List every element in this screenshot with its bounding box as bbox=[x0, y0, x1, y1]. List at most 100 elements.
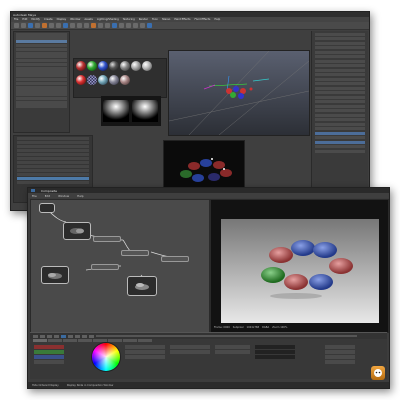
list-item[interactable] bbox=[17, 173, 89, 176]
tool-icon[interactable] bbox=[70, 23, 75, 28]
channel-row[interactable] bbox=[315, 77, 365, 81]
list-item[interactable] bbox=[16, 62, 67, 67]
material-swatch[interactable] bbox=[98, 75, 108, 85]
channel-field-red[interactable] bbox=[34, 345, 64, 349]
channel-row[interactable] bbox=[315, 118, 365, 121]
list-item[interactable] bbox=[17, 141, 89, 144]
tool-icon[interactable] bbox=[147, 23, 152, 28]
list-item[interactable] bbox=[16, 74, 67, 78]
node-graph[interactable] bbox=[30, 199, 210, 333]
list-item[interactable] bbox=[17, 157, 89, 160]
tool-icon[interactable] bbox=[112, 23, 117, 28]
channel-row[interactable] bbox=[315, 127, 365, 130]
tool-icon[interactable] bbox=[105, 23, 110, 28]
channel-row[interactable] bbox=[315, 149, 365, 153]
menu-item[interactable]: Create bbox=[44, 18, 53, 21]
material-swatch[interactable] bbox=[87, 61, 97, 71]
tool-icon[interactable] bbox=[133, 23, 138, 28]
menu-item[interactable]: Help bbox=[77, 194, 83, 198]
channel-row[interactable] bbox=[315, 104, 365, 108]
menu-item[interactable]: Edit bbox=[45, 194, 50, 198]
list-item[interactable] bbox=[17, 153, 89, 156]
channel-row[interactable] bbox=[315, 73, 365, 76]
menu-item[interactable]: Paint Effects bbox=[174, 18, 190, 21]
value-field[interactable] bbox=[255, 355, 295, 359]
channel-row[interactable] bbox=[315, 109, 365, 112]
menu-item[interactable]: Lighting/Shading bbox=[97, 18, 119, 21]
material-swatch[interactable] bbox=[120, 61, 130, 71]
tool-icon[interactable] bbox=[21, 23, 26, 28]
3d-viewport[interactable] bbox=[168, 50, 310, 136]
playback-button[interactable] bbox=[40, 334, 45, 338]
value-field[interactable] bbox=[215, 350, 250, 354]
menu-item[interactable]: Toon bbox=[152, 18, 158, 21]
channel-row[interactable] bbox=[315, 131, 365, 135]
menu-item[interactable]: File bbox=[14, 18, 18, 21]
channel-field-blue[interactable] bbox=[34, 355, 64, 359]
channel-row[interactable] bbox=[315, 55, 365, 58]
menu-item[interactable]: File bbox=[32, 194, 37, 198]
list-item[interactable] bbox=[17, 181, 89, 184]
tool-icon[interactable] bbox=[140, 23, 145, 28]
list-item[interactable] bbox=[17, 169, 89, 172]
list-item[interactable] bbox=[16, 89, 67, 93]
color-wheel[interactable] bbox=[92, 343, 120, 371]
tab[interactable] bbox=[78, 339, 92, 342]
image-viewer[interactable] bbox=[210, 199, 389, 333]
menu-item[interactable]: Render bbox=[139, 18, 148, 21]
material-swatch[interactable] bbox=[120, 75, 130, 85]
tool-icon[interactable] bbox=[77, 23, 82, 28]
list-item[interactable] bbox=[17, 149, 89, 152]
value-field[interactable] bbox=[125, 345, 165, 349]
playback-button[interactable] bbox=[61, 334, 66, 338]
graph-node[interactable] bbox=[39, 203, 55, 213]
list-item[interactable] bbox=[16, 96, 67, 101]
menu-item[interactable]: Window bbox=[58, 194, 69, 198]
menu-item[interactable]: Modify bbox=[31, 18, 40, 21]
channel-field-alpha[interactable] bbox=[34, 360, 64, 364]
menu-item[interactable]: Window bbox=[70, 18, 80, 21]
playback-button[interactable] bbox=[82, 334, 87, 338]
channel-field-green[interactable] bbox=[34, 350, 64, 354]
list-item[interactable] bbox=[16, 59, 67, 63]
tab[interactable] bbox=[138, 339, 152, 342]
value-field[interactable] bbox=[125, 355, 165, 359]
channel-row[interactable] bbox=[315, 41, 365, 45]
tab[interactable] bbox=[108, 339, 122, 342]
channel-row[interactable] bbox=[315, 46, 365, 49]
material-swatch[interactable] bbox=[109, 61, 119, 71]
list-item[interactable] bbox=[16, 47, 67, 51]
value-field[interactable] bbox=[325, 350, 355, 354]
material-swatch[interactable] bbox=[131, 61, 141, 71]
channel-row[interactable] bbox=[315, 32, 365, 36]
tool-icon[interactable] bbox=[119, 23, 124, 28]
list-item[interactable] bbox=[17, 145, 89, 148]
channel-row[interactable] bbox=[315, 59, 365, 63]
value-field[interactable] bbox=[215, 345, 250, 349]
list-item[interactable] bbox=[16, 100, 67, 104]
value-field[interactable] bbox=[125, 350, 165, 354]
material-swatch[interactable] bbox=[109, 75, 119, 85]
value-field[interactable] bbox=[325, 355, 355, 359]
channel-row[interactable] bbox=[315, 68, 365, 72]
tool-icon[interactable] bbox=[98, 23, 103, 28]
channel-row[interactable] bbox=[315, 100, 365, 103]
graph-node[interactable] bbox=[127, 276, 157, 296]
value-field[interactable] bbox=[170, 345, 210, 349]
menu-item[interactable]: Texturing bbox=[123, 18, 135, 21]
playback-button[interactable] bbox=[54, 334, 59, 338]
graph-node[interactable] bbox=[63, 222, 91, 240]
channel-row[interactable] bbox=[315, 50, 365, 54]
tab[interactable] bbox=[48, 339, 62, 342]
list-item[interactable] bbox=[16, 77, 67, 82]
list-item[interactable] bbox=[16, 55, 67, 59]
list-item[interactable] bbox=[16, 93, 67, 97]
tool-icon[interactable] bbox=[28, 23, 33, 28]
tool-icon[interactable] bbox=[49, 23, 54, 28]
channel-row[interactable] bbox=[315, 82, 365, 85]
playback-button[interactable] bbox=[89, 334, 94, 338]
material-swatch[interactable] bbox=[76, 61, 86, 71]
list-item[interactable] bbox=[16, 51, 67, 55]
list-item[interactable] bbox=[16, 32, 67, 36]
list-item[interactable] bbox=[16, 81, 67, 85]
